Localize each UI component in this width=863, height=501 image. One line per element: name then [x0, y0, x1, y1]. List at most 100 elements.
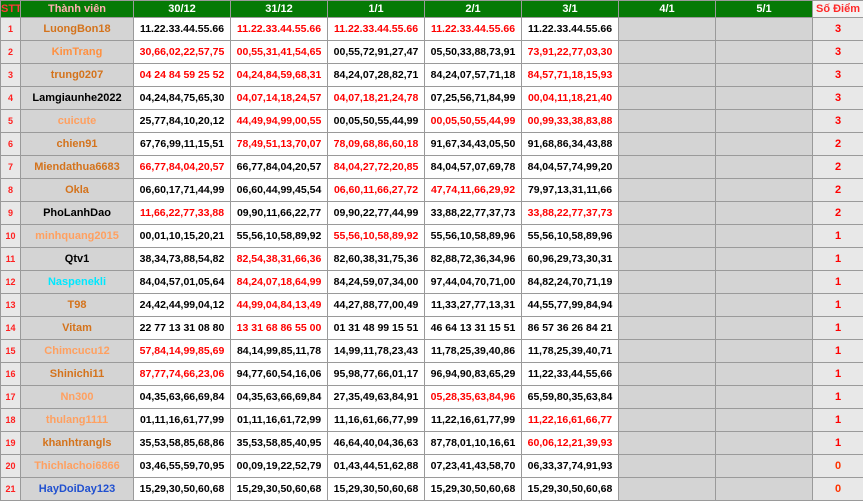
- header-row: STT Thành viên 30/12 31/12 1/1 2/1 3/1 4…: [1, 1, 863, 18]
- table-row: 14Vitam22 77 13 31 08 8013 31 68 86 55 0…: [1, 317, 863, 340]
- number-cell: 11,78,25,39,40,71: [522, 340, 619, 363]
- member-name: khanhtrangls: [21, 432, 134, 455]
- table-row: 17Nn30004,35,63,66,69,8404,35,63,66,69,8…: [1, 386, 863, 409]
- number-cell: 46,64,40,04,36,63: [328, 432, 425, 455]
- number-cell: [716, 478, 813, 501]
- number-cell: 33,88,22,77,37,73: [425, 202, 522, 225]
- number-cell: 00,09,19,22,52,79: [231, 455, 328, 478]
- table-row: 19khanhtrangls35,53,58,85,68,8635,53,58,…: [1, 432, 863, 455]
- row-stt: 8: [1, 179, 21, 202]
- member-name: Qtv1: [21, 248, 134, 271]
- member-name: Shinichi11: [21, 363, 134, 386]
- number-cell: 44,27,88,77,00,49: [328, 294, 425, 317]
- member-name: trung0207: [21, 64, 134, 87]
- number-cell: [716, 248, 813, 271]
- member-name: minhquang2015: [21, 225, 134, 248]
- number-cell: 60,06,12,21,39,93: [522, 432, 619, 455]
- number-cell: 44,49,94,99,00,55: [231, 110, 328, 133]
- table-row: 2KimTrang30,66,02,22,57,7500,55,31,41,54…: [1, 41, 863, 64]
- number-cell: 15,29,30,50,60,68: [134, 478, 231, 501]
- score-cell: 2: [813, 179, 863, 202]
- number-cell: 55,56,10,58,89,92: [231, 225, 328, 248]
- number-cell: [619, 340, 716, 363]
- score-cell: 3: [813, 18, 863, 41]
- number-cell: 67,76,99,11,15,51: [134, 133, 231, 156]
- number-cell: [716, 225, 813, 248]
- number-cell: 00,05,50,55,44,99: [328, 110, 425, 133]
- table-body: 1LuongBon1811.22.33.44.55.6611.22.33.44.…: [1, 18, 863, 501]
- number-cell: 79,97,13,31,11,66: [522, 179, 619, 202]
- number-cell: 04,35,63,66,69,84: [231, 386, 328, 409]
- number-cell: 44,99,04,84,13,49: [231, 294, 328, 317]
- row-stt: 11: [1, 248, 21, 271]
- number-cell: 00,04,11,18,21,40: [522, 87, 619, 110]
- number-cell: 84,24,07,18,64,99: [231, 271, 328, 294]
- row-stt: 15: [1, 340, 21, 363]
- row-stt: 7: [1, 156, 21, 179]
- results-table: STT Thành viên 30/12 31/12 1/1 2/1 3/1 4…: [0, 0, 863, 501]
- number-cell: 95,98,77,66,01,17: [328, 363, 425, 386]
- number-cell: 94,77,60,54,16,06: [231, 363, 328, 386]
- number-cell: [619, 294, 716, 317]
- number-cell: 84,57,71,18,15,93: [522, 64, 619, 87]
- score-cell: 0: [813, 478, 863, 501]
- number-cell: 97,44,04,70,71,00: [425, 271, 522, 294]
- table-row: 4Lamgiaunhe202204,24,84,75,65,3004,07,14…: [1, 87, 863, 110]
- number-cell: 11,22,16,61,66,77: [522, 409, 619, 432]
- number-cell: 11,33,27,77,13,31: [425, 294, 522, 317]
- number-cell: 14,99,11,78,23,43: [328, 340, 425, 363]
- number-cell: 84,24,59,07,34,00: [328, 271, 425, 294]
- number-cell: [619, 248, 716, 271]
- number-cell: [716, 455, 813, 478]
- row-stt: 9: [1, 202, 21, 225]
- row-stt: 2: [1, 41, 21, 64]
- number-cell: [619, 317, 716, 340]
- header-stt: STT: [1, 1, 21, 18]
- number-cell: 11,16,61,66,77,99: [328, 409, 425, 432]
- score-cell: 3: [813, 87, 863, 110]
- number-cell: 04 24 84 59 25 52: [134, 64, 231, 87]
- score-cell: 1: [813, 271, 863, 294]
- header-date: 30/12: [134, 1, 231, 18]
- number-cell: [619, 409, 716, 432]
- table-row: 6chien9167,76,99,11,15,5178,49,51,13,70,…: [1, 133, 863, 156]
- table-row: 1LuongBon1811.22.33.44.55.6611.22.33.44.…: [1, 18, 863, 41]
- score-cell: 3: [813, 110, 863, 133]
- number-cell: 06,33,37,74,91,93: [522, 455, 619, 478]
- row-stt: 1: [1, 18, 21, 41]
- number-cell: 06,60,17,71,44,99: [134, 179, 231, 202]
- member-name: Lamgiaunhe2022: [21, 87, 134, 110]
- member-name: Nn300: [21, 386, 134, 409]
- number-cell: [716, 271, 813, 294]
- number-cell: 84,04,57,01,05,64: [134, 271, 231, 294]
- number-cell: 06,60,44,99,45,54: [231, 179, 328, 202]
- number-cell: [619, 478, 716, 501]
- number-cell: 11,66,22,77,33,88: [134, 202, 231, 225]
- number-cell: 78,09,68,86,60,18: [328, 133, 425, 156]
- number-cell: 11.22.33.44.55.66: [328, 18, 425, 41]
- number-cell: 55,56,10,58,89,92: [328, 225, 425, 248]
- number-cell: [716, 41, 813, 64]
- member-name: Okla: [21, 179, 134, 202]
- number-cell: 60,96,29,73,30,31: [522, 248, 619, 271]
- header-score: Số Điểm: [813, 1, 863, 18]
- score-cell: 1: [813, 317, 863, 340]
- score-cell: 1: [813, 363, 863, 386]
- number-cell: [619, 41, 716, 64]
- number-cell: 11,22,16,61,77,99: [425, 409, 522, 432]
- table-row: 13T9824,42,44,99,04,1244,99,04,84,13,494…: [1, 294, 863, 317]
- member-name: T98: [21, 294, 134, 317]
- header-name: Thành viên: [21, 1, 134, 18]
- number-cell: [619, 87, 716, 110]
- number-cell: 73,91,22,77,03,30: [522, 41, 619, 64]
- number-cell: [716, 202, 813, 225]
- number-cell: 82,54,38,31,66,36: [231, 248, 328, 271]
- number-cell: [716, 340, 813, 363]
- table-row: 21HayDoiDay12315,29,30,50,60,6815,29,30,…: [1, 478, 863, 501]
- number-cell: 01,11,16,61,72,99: [231, 409, 328, 432]
- number-cell: 06,60,11,66,27,72: [328, 179, 425, 202]
- number-cell: 15,29,30,50,60,68: [425, 478, 522, 501]
- number-cell: 00,55,31,41,54,65: [231, 41, 328, 64]
- member-name: Vitam: [21, 317, 134, 340]
- row-stt: 20: [1, 455, 21, 478]
